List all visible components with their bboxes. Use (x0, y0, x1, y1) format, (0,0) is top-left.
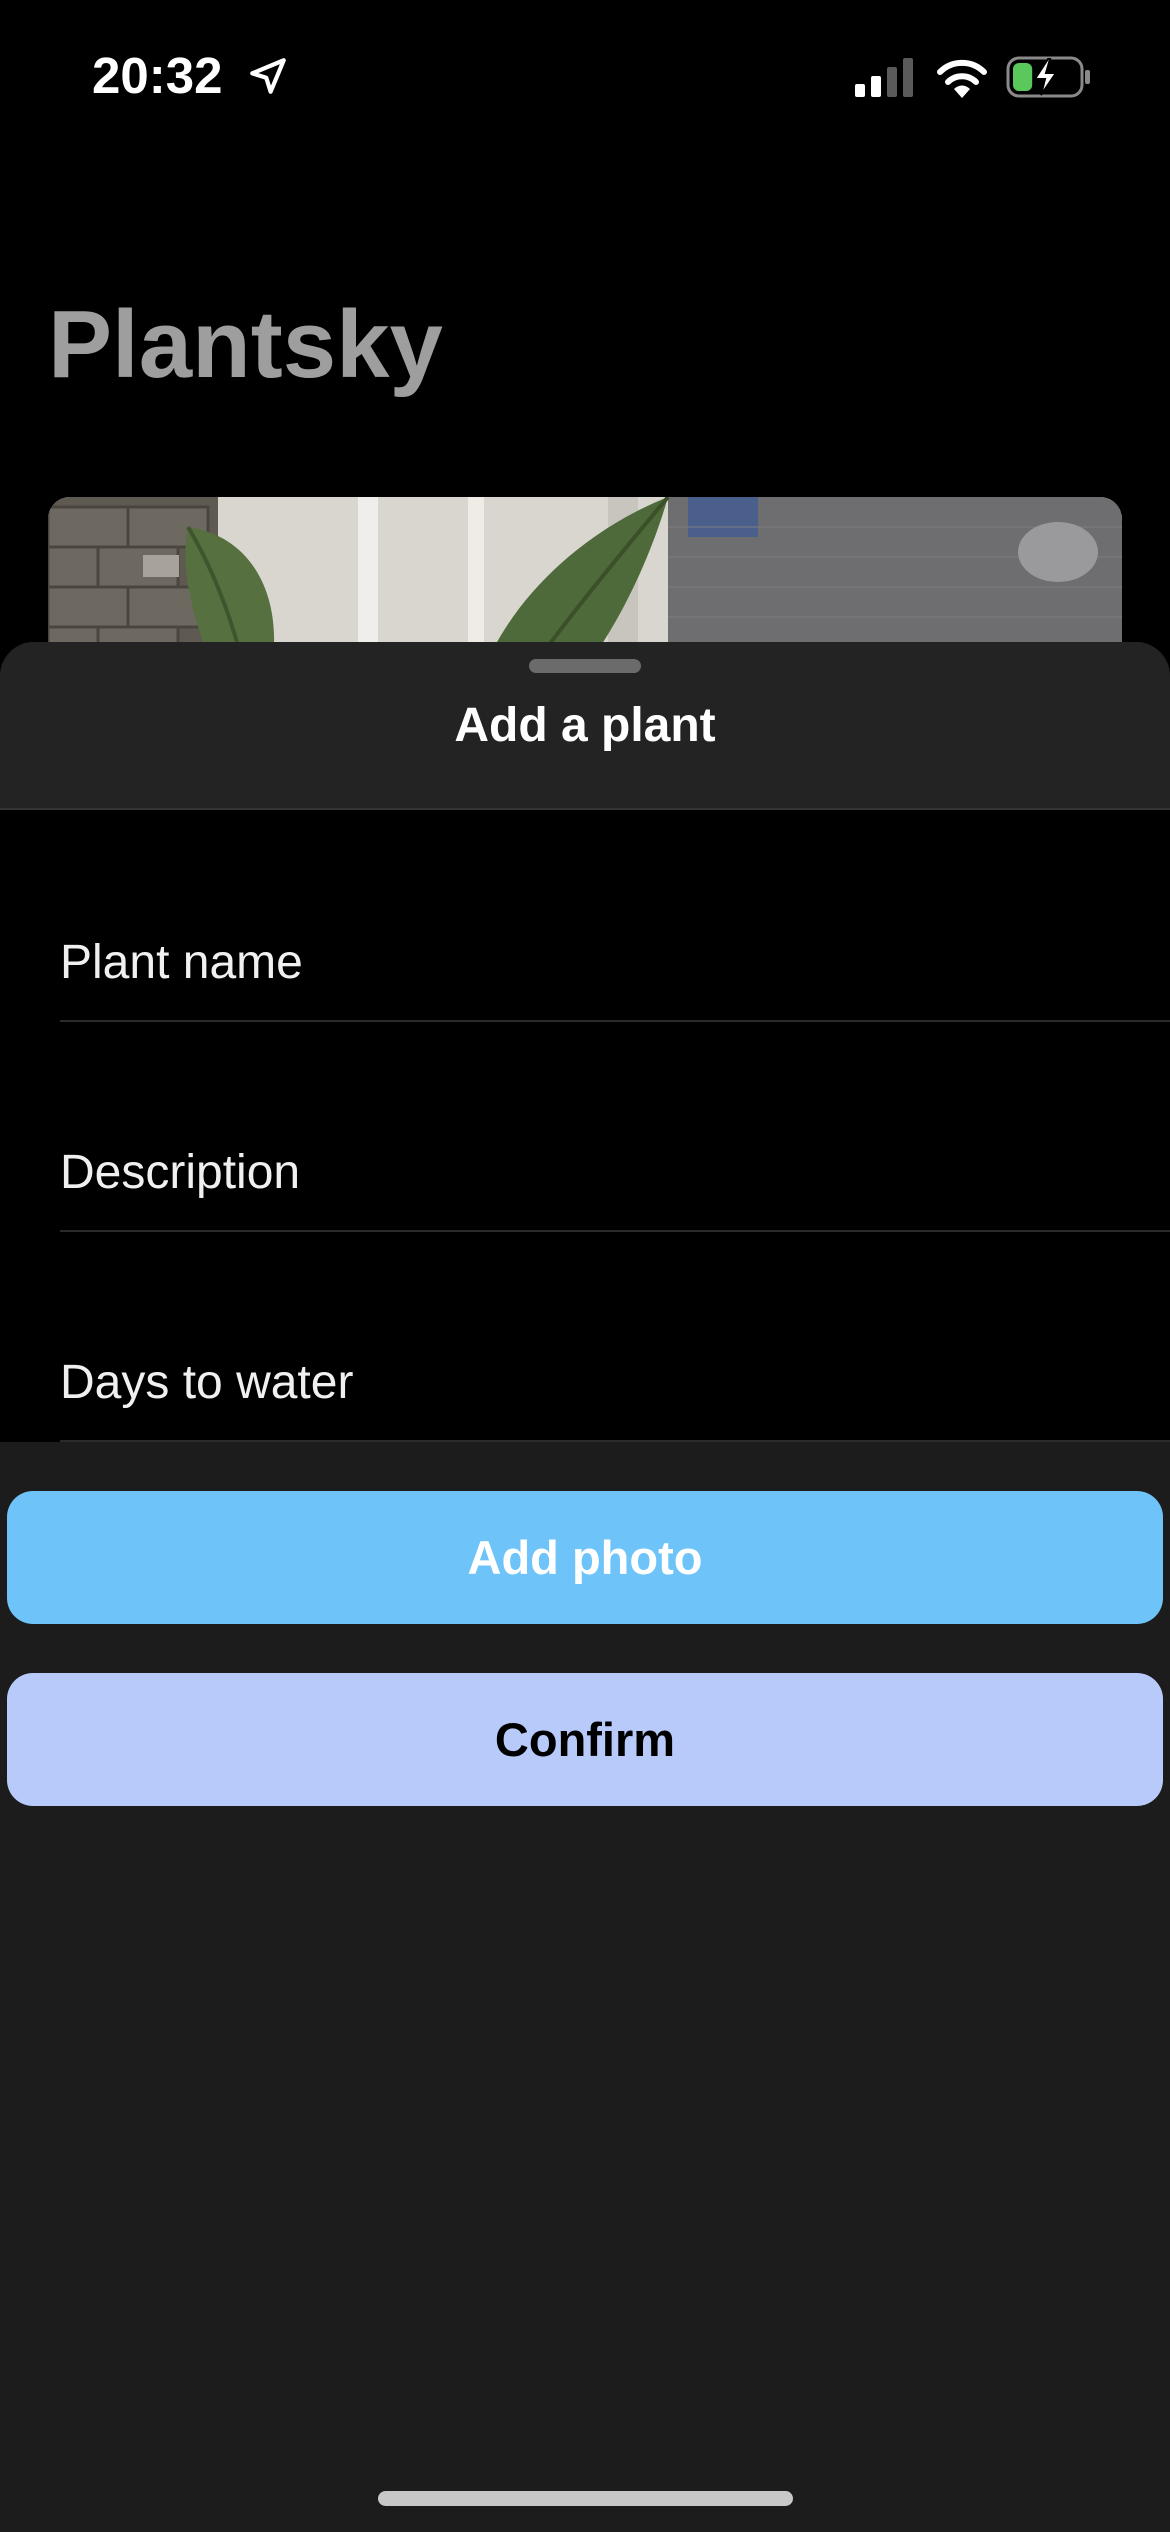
plant-name-field (60, 810, 1170, 1022)
sheet-grabber-handle[interactable] (529, 659, 641, 673)
description-input[interactable] (60, 1145, 1140, 1200)
status-time: 20:32 (92, 47, 223, 104)
screen: 20:32 Plantsky Add a plant Plant name De… (0, 0, 1170, 2532)
days-to-water-input[interactable] (60, 1355, 1140, 1410)
add-plant-sheet: Add a plant Add photo Confirm (0, 642, 1170, 2532)
cellular-signal-icon (855, 58, 913, 97)
add-photo-button[interactable]: Add photo (7, 1491, 1163, 1624)
description-field (60, 1020, 1170, 1232)
confirm-button[interactable]: Confirm (7, 1673, 1163, 1806)
plant-name-input[interactable] (60, 935, 1140, 990)
days-to-water-field (60, 1230, 1170, 1442)
sheet-title: Add a plant (454, 699, 716, 752)
battery-charging-icon (1006, 56, 1090, 98)
home-indicator[interactable] (378, 2491, 793, 2506)
plant-form (0, 810, 1170, 1442)
location-arrow-icon (250, 58, 286, 94)
wifi-icon (937, 59, 987, 98)
sheet-header: Add a plant (0, 642, 1170, 810)
app-title: Plantsky (48, 291, 443, 398)
status-bar: 20:32 (0, 0, 1170, 150)
